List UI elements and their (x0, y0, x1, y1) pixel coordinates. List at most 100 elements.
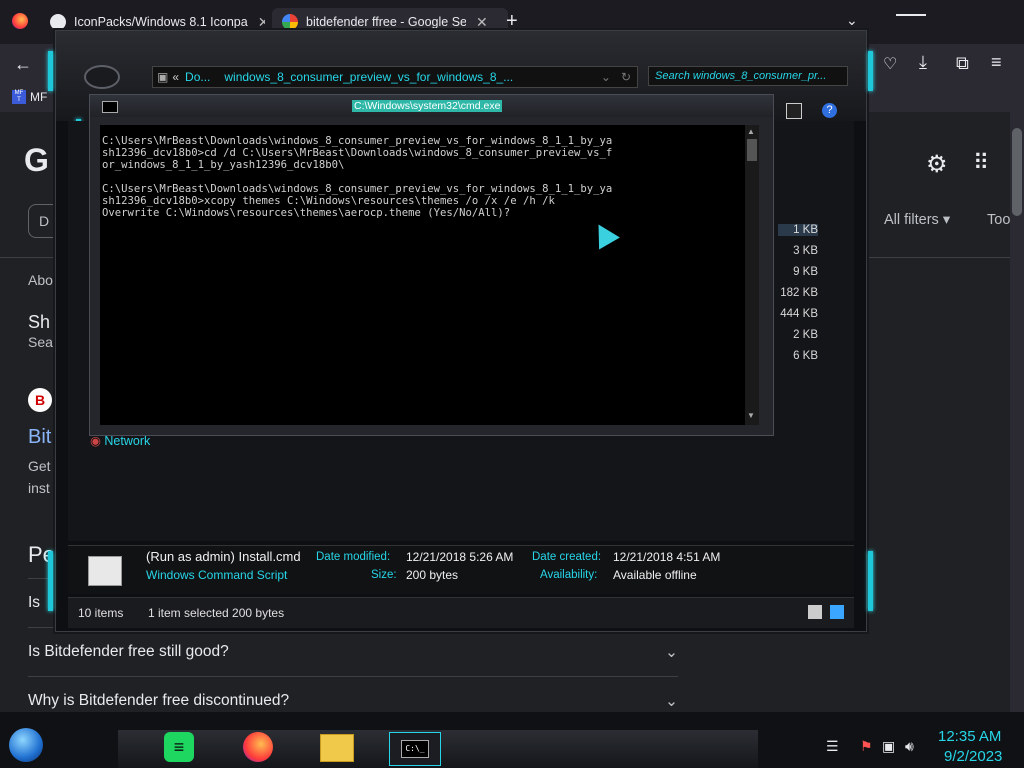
back-arrow-icon[interactable]: ← (14, 54, 32, 75)
apps-grid-icon[interactable]: ⠿ (973, 150, 989, 176)
bitdefender-site-icon: B (28, 388, 52, 412)
modified-label: Date modified: (316, 551, 391, 563)
firefox-icon[interactable] (243, 732, 273, 762)
volume-icon[interactable]: 🔊︎ (905, 738, 914, 755)
faq-question: Is (28, 594, 41, 611)
result-subheading: Sea (28, 334, 53, 350)
faq-question: Is Bitdefender free still good? (28, 643, 229, 660)
details-view-icon[interactable] (808, 605, 822, 619)
clock-date[interactable]: 9/2/2023 (944, 748, 1002, 765)
availability-label: Availability: (540, 569, 598, 581)
cmd-icon: C:\_ (401, 740, 429, 758)
chevron-down-icon: ⌄ (665, 692, 678, 710)
created-value: 12/21/2018 4:51 AM (613, 550, 721, 564)
cmd-title-bar[interactable]: C:\Windows\system32\cmd.exe (90, 95, 773, 117)
faq-question: Why is Bitdefender free discontinued? (28, 692, 290, 709)
minimize-icon[interactable] (896, 0, 926, 16)
tools-button[interactable]: Too (987, 212, 1010, 228)
search-field[interactable]: Search windows_8_consumer_pr... (648, 66, 848, 86)
selection-info: 1 item selected 200 bytes (148, 606, 285, 620)
action-center-icon[interactable]: ☰ (826, 738, 839, 755)
availability-value: Available offline (613, 568, 697, 582)
help-icon[interactable]: ? (822, 103, 837, 118)
file-size: 1 KB (778, 224, 818, 236)
firefox-menu-icon[interactable] (12, 13, 28, 29)
start-button-orb[interactable] (9, 728, 43, 762)
address-dropdown-icon[interactable]: ⌄ (601, 70, 611, 84)
file-size: 9 KB (793, 266, 818, 278)
scrollbar-thumb[interactable] (747, 139, 757, 161)
clock-time[interactable]: 12:35 AM (938, 728, 1001, 745)
bookmark-label: MF (30, 90, 48, 104)
taskbar: ≡ C:\_ ☰ ⚑ ▣ 🔊︎ 12:35 AM 9/2/2023 (0, 712, 1024, 768)
download-icon[interactable]: ⤓ (919, 52, 927, 73)
refresh-icon[interactable]: ↻ (621, 70, 631, 84)
result-heading: Sh (28, 312, 51, 332)
tab-title: bitdefender ffree - Google Searc (306, 15, 466, 29)
spotify-icon[interactable]: ≡ (164, 732, 194, 762)
breadcrumb-item[interactable]: windows_8_consumer_preview_vs_for_window… (224, 70, 513, 84)
github-icon (50, 14, 66, 30)
close-tab-icon[interactable]: ✕ (476, 14, 488, 31)
file-size: 444 KB (780, 308, 818, 320)
result-link[interactable]: Bit (28, 426, 51, 449)
tab-title: IconPacks/Windows 8.1 Iconpa (74, 15, 248, 29)
result-snippet: inst (28, 480, 50, 496)
address-bar[interactable]: ▣ « Do... windows_8_consumer_preview_vs_… (152, 66, 638, 88)
all-filters-label: All filters (884, 212, 939, 228)
filter-chip-label: D (39, 213, 50, 229)
back-forward-orb-icon[interactable] (84, 65, 120, 89)
cmd-window: C:\Windows\system32\cmd.exe C:\Users\MrB… (89, 94, 774, 436)
size-value: 200 bytes (406, 568, 459, 582)
bookmark-icon: MF T (12, 90, 26, 104)
scroll-up-icon[interactable]: ▲ (747, 127, 755, 136)
cmd-title: C:\Windows\system32\cmd.exe (352, 100, 503, 112)
address-back[interactable]: « (172, 70, 179, 84)
close-tab-icon[interactable]: ✕ (258, 14, 265, 31)
large-icons-view-icon[interactable] (830, 605, 844, 619)
file-size: 6 KB (793, 350, 818, 362)
bookmark-item[interactable]: MF T MF (12, 90, 47, 104)
file-explorer-icon[interactable] (320, 734, 354, 762)
file-size: 2 KB (793, 329, 818, 341)
pocket-icon[interactable]: ♡ (883, 54, 897, 74)
folder-icon: ▣ (157, 70, 169, 84)
google-icon (282, 14, 298, 30)
extensions-icon[interactable]: ⧉ (956, 53, 969, 74)
cmd-console-output[interactable]: C:\Users\MrBeast\Downloads\windows_8_con… (100, 125, 745, 425)
status-bar: 10 items 1 item selected 200 bytes (68, 597, 854, 628)
scroll-down-icon[interactable]: ▼ (747, 411, 755, 420)
dropdown-arrow-icon: ▾ (942, 212, 951, 228)
file-size: 3 KB (793, 245, 818, 257)
bookmark-icon-sub: T (17, 97, 21, 103)
modified-value: 12/21/2018 5:26 AM (406, 550, 514, 564)
network-tray-icon[interactable]: ▣ (882, 738, 895, 755)
all-filters-button[interactable]: All filters ▾ (884, 212, 950, 228)
file-type: Windows Command Script (146, 568, 288, 582)
breadcrumb-item[interactable]: Do... (185, 70, 210, 84)
google-logo[interactable]: G (24, 142, 49, 179)
file-size: 182 KB (780, 287, 818, 299)
frame-accent (48, 51, 53, 91)
result-snippet: Get (28, 458, 51, 474)
hamburger-menu-icon[interactable]: ≡ (991, 52, 1002, 73)
file-name: (Run as admin) Install.cmd (146, 549, 301, 564)
settings-gear-icon[interactable]: ⚙ (926, 150, 948, 179)
cmd-window-icon (102, 101, 118, 113)
cmd-taskbar-button[interactable]: C:\_ (389, 732, 441, 766)
page-scrollbar-thumb[interactable] (1012, 128, 1022, 216)
frame-accent (868, 51, 873, 91)
nav-item-label: Network (104, 434, 151, 448)
list-tabs-chevron-icon[interactable]: ⌄ (846, 12, 858, 29)
view-toggle-icon[interactable] (786, 103, 802, 119)
faq-item[interactable]: Is Bitdefender free still good? ⌄ (28, 627, 678, 676)
bookmark-icon-text: MF (14, 90, 24, 96)
cmd-scrollbar[interactable]: ▲ ▼ (745, 125, 759, 425)
item-count: 10 items (78, 606, 124, 620)
created-label: Date created: (532, 551, 602, 563)
size-label: Size: (371, 569, 397, 581)
security-warning-icon[interactable]: ⚑ (860, 738, 873, 755)
network-icon: ◉ (90, 434, 101, 448)
chevron-down-icon: ⌄ (665, 643, 678, 661)
frame-accent (48, 551, 53, 611)
